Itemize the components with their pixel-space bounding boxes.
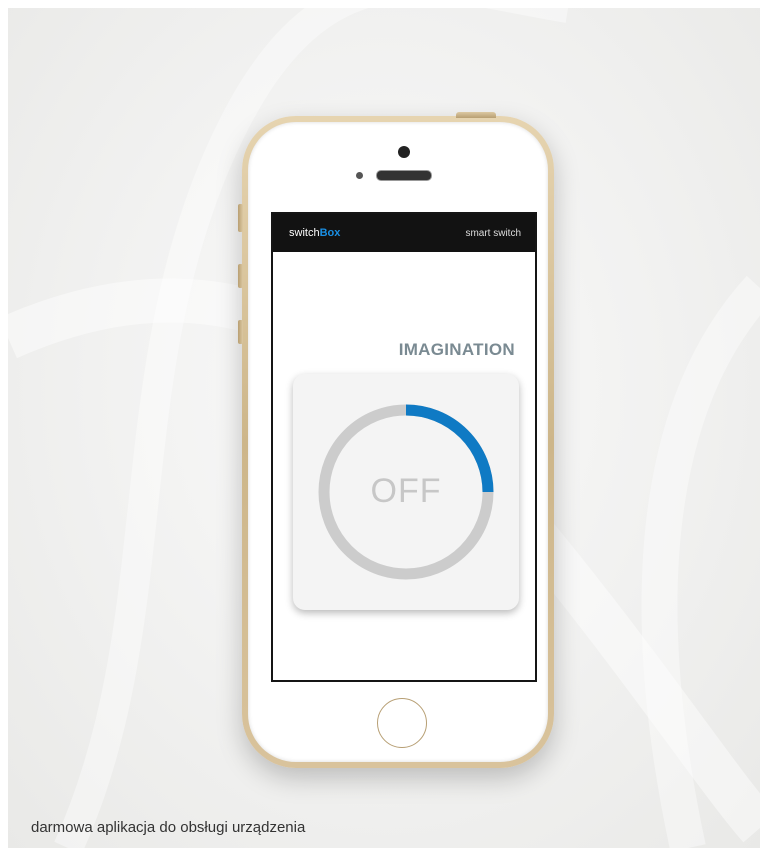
mute-switch bbox=[238, 204, 243, 232]
proximity-sensor bbox=[356, 172, 363, 179]
app-subtitle: smart switch bbox=[465, 227, 521, 239]
brand-suffix: Box bbox=[319, 227, 341, 239]
app-screen: switchBox smart switch IMAGINATION OFF bbox=[271, 212, 537, 682]
brand-prefix: switch bbox=[289, 227, 320, 239]
front-camera bbox=[398, 146, 410, 158]
switch-card[interactable]: OFF bbox=[293, 374, 519, 610]
phone-face: switchBox smart switch IMAGINATION OFF bbox=[248, 122, 548, 762]
app-header: switchBox smart switch bbox=[273, 214, 535, 252]
caption-text: darmowa aplikacja do obsługi urządzenia bbox=[31, 819, 306, 836]
switch-state-label[interactable]: OFF bbox=[293, 472, 519, 511]
phone-mockup: switchBox smart switch IMAGINATION OFF bbox=[238, 112, 554, 768]
app-brand: switchBox bbox=[289, 227, 340, 239]
device-name: IMAGINATION bbox=[398, 340, 515, 359]
home-button[interactable] bbox=[377, 698, 427, 748]
power-button bbox=[456, 112, 496, 118]
volume-down-button bbox=[238, 320, 243, 344]
volume-up-button bbox=[238, 264, 243, 288]
earpiece-speaker bbox=[376, 170, 432, 181]
